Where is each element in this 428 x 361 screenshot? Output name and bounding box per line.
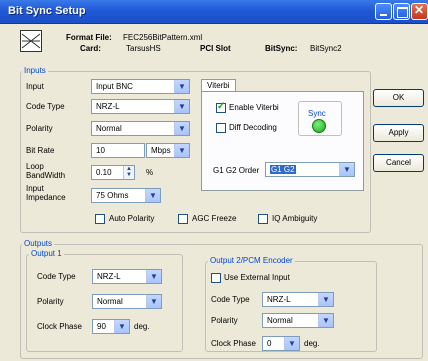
loop-bandwidth-label-line1: Loop <box>26 162 44 171</box>
output1-polarity-select[interactable]: Normal ▼ <box>92 294 162 309</box>
inputs-group-label: Inputs <box>22 66 48 76</box>
bitsync-icon <box>20 30 42 52</box>
sync-label: Sync <box>306 109 328 119</box>
use-external-input-checkbox[interactable] <box>211 273 221 283</box>
output2-polarity-select[interactable]: Normal ▼ <box>262 313 334 328</box>
impedance-select[interactable]: 75 Ohms ▼ <box>91 188 161 203</box>
output2-clock-phase-value: 0 <box>267 339 272 348</box>
chevron-down-icon[interactable]: ▼ <box>145 189 160 202</box>
g1g2-order-select[interactable]: G1 G2 ▼ <box>265 162 355 177</box>
maximize-icon <box>397 7 408 18</box>
chevron-down-icon[interactable]: ▼ <box>174 144 189 157</box>
output2-group-label: Output 2/PCM Encoder <box>208 256 295 266</box>
window-title: Bit Sync Setup <box>8 5 86 17</box>
output1-code-type-select[interactable]: NRZ-L ▼ <box>92 269 162 284</box>
chevron-down-icon[interactable]: ▼ <box>318 293 333 306</box>
cancel-button[interactable]: Cancel <box>373 154 424 172</box>
code-type-label: Code Type <box>26 102 65 111</box>
output2-code-type-select[interactable]: NRZ-L ▼ <box>262 292 334 307</box>
agc-freeze-checkbox[interactable] <box>178 214 188 224</box>
input-label: Input <box>26 82 44 91</box>
input-select[interactable]: Input BNC ▼ <box>91 79 190 94</box>
enable-viterbi-label: Enable Viterbi <box>229 103 279 112</box>
bit-rate-value: 10 <box>96 146 105 155</box>
close-icon: ✕ <box>414 3 425 17</box>
bit-rate-input[interactable]: 10 <box>91 143 145 158</box>
output1-clock-phase-unit: deg. <box>134 322 150 331</box>
format-file-value: FEC256BitPattern.xml <box>123 33 203 42</box>
loop-bandwidth-value: 0.10 <box>96 168 112 177</box>
chevron-down-icon[interactable]: ▼ <box>174 122 189 135</box>
impedance-label-line2: Impedance <box>26 193 66 202</box>
outputs-group-label: Outputs <box>22 239 55 249</box>
polarity-select[interactable]: Normal ▼ <box>91 121 190 136</box>
output2-polarity-value: Normal <box>267 316 293 325</box>
loop-bandwidth-stepper[interactable]: 0.10 ▲ ▼ <box>91 165 135 180</box>
output1-polarity-value: Normal <box>97 297 123 306</box>
polarity-value: Normal <box>96 124 122 133</box>
spinner-icon[interactable]: ▲ ▼ <box>123 166 134 179</box>
output1-clock-phase-select[interactable]: 90 ▼ <box>92 319 130 334</box>
output2-clock-phase-select[interactable]: 0 ▼ <box>262 336 300 351</box>
loop-bandwidth-unit: % <box>146 168 154 177</box>
chevron-down-icon[interactable]: ▼ <box>284 337 299 350</box>
tab-viterbi-label: Viterbi <box>207 81 230 90</box>
diff-decoding-label: Diff Decoding <box>229 123 277 132</box>
bitsync-value: BitSync2 <box>310 44 342 53</box>
card-label: Card: <box>80 44 101 53</box>
impedance-value: 75 Ohms <box>96 191 129 200</box>
chevron-down-icon[interactable]: ▼ <box>339 163 354 176</box>
impedance-label-line1: Input <box>26 184 44 193</box>
loop-bandwidth-label-line2: BandWidth <box>26 171 66 180</box>
output2-clock-phase-unit: deg. <box>304 339 320 348</box>
code-type-select[interactable]: NRZ-L ▼ <box>91 99 190 114</box>
chevron-down-icon[interactable]: ▼ <box>318 314 333 327</box>
enable-viterbi-checkbox[interactable] <box>216 101 226 113</box>
maximize-button[interactable] <box>393 3 410 20</box>
bit-rate-unit-select[interactable]: Mbps ▼ <box>146 143 190 158</box>
pci-slot-label: PCI Slot <box>200 44 231 53</box>
code-type-value: NRZ-L <box>96 102 120 111</box>
g1g2-order-value: G1 G2 <box>270 165 296 174</box>
chevron-down-icon[interactable]: ▼ <box>146 270 161 283</box>
loop-bandwidth-label: Loop BandWidth <box>26 162 65 180</box>
input-select-value: Input BNC <box>96 82 133 91</box>
minimize-icon <box>380 14 387 16</box>
diff-decoding-checkbox[interactable] <box>216 123 226 133</box>
impedance-label: Input Impedance <box>26 184 66 202</box>
close-button[interactable]: ✕ <box>411 3 428 20</box>
g1g2-order-label: G1 G2 Order <box>213 166 260 175</box>
format-file-label: Format File: <box>66 33 112 42</box>
chevron-down-icon[interactable]: ▼ <box>174 80 189 93</box>
bit-rate-unit-value: Mbps <box>151 146 171 155</box>
bit-rate-label: Bit Rate <box>26 146 55 155</box>
minimize-button[interactable] <box>375 3 392 20</box>
agc-freeze-label: AGC Freeze <box>192 214 237 223</box>
output2-code-type-value: NRZ-L <box>267 295 291 304</box>
chevron-down-icon[interactable]: ▼ <box>174 100 189 113</box>
auto-polarity-label: Auto Polarity <box>109 214 155 223</box>
output2-polarity-label: Polarity <box>211 316 238 325</box>
polarity-label: Polarity <box>26 124 53 133</box>
output1-code-type-label: Code Type <box>37 272 76 281</box>
chevron-down-icon[interactable]: ▼ <box>114 320 129 333</box>
apply-button[interactable]: Apply <box>373 124 424 142</box>
ok-button[interactable]: OK <box>373 89 424 107</box>
output2-clock-phase-label: Clock Phase <box>211 339 256 348</box>
card-value: TarsusHS <box>126 44 161 53</box>
sync-led-icon <box>312 119 326 133</box>
output1-clock-phase-label: Clock Phase <box>37 322 82 331</box>
output1-clock-phase-value: 90 <box>97 322 106 331</box>
output1-polarity-label: Polarity <box>37 297 64 306</box>
bitsync-label: BitSync: <box>265 44 298 53</box>
output1-code-type-value: NRZ-L <box>97 272 121 281</box>
output2-code-type-label: Code Type <box>211 295 250 304</box>
auto-polarity-checkbox[interactable] <box>95 214 105 224</box>
use-external-input-label: Use External Input <box>224 273 290 282</box>
iq-ambiguity-label: IQ Ambiguity <box>272 214 318 223</box>
chevron-down-icon[interactable]: ▼ <box>146 295 161 308</box>
iq-ambiguity-checkbox[interactable] <box>258 214 268 224</box>
output1-group-label: Output 1 <box>29 249 64 259</box>
